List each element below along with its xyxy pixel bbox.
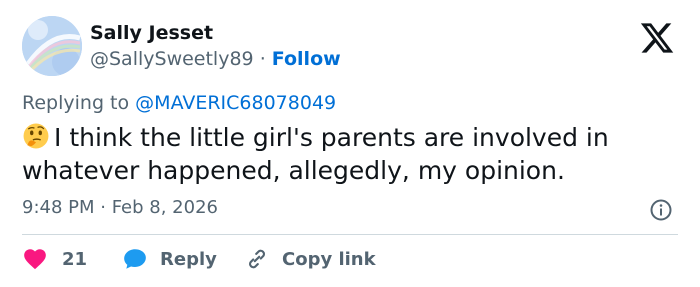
divider [22,234,678,235]
thinking-face-icon [22,122,50,150]
copy-link-button[interactable]: Copy link [244,246,376,272]
author-handle-line: @SallySweetly89 · Follow [90,48,341,70]
handle-separator: · [259,48,266,70]
link-icon [249,249,265,269]
copy-link-label: Copy link [282,248,376,270]
avatar[interactable] [22,16,82,76]
info-icon[interactable] [649,198,673,222]
reply-label: Reply [160,248,217,270]
author-handle[interactable]: @SallySweetly89 [90,48,254,70]
reply-button[interactable]: Reply [122,246,217,272]
heart-icon [24,249,46,270]
like-count: 21 [62,248,88,270]
author-name[interactable]: Sally Jesset [90,22,213,44]
replying-prefix: Replying to [22,92,130,114]
tweet-text: I think the little girl's parents are in… [22,121,682,187]
avatar-image [22,16,82,76]
reply-mention-link[interactable]: @MAVERIC68078049 [135,92,336,114]
follow-button[interactable]: Follow [272,48,341,70]
replying-to: Replying to @MAVERIC68078049 [22,92,336,114]
like-button[interactable]: 21 [22,246,87,272]
x-logo-icon[interactable] [639,20,675,56]
tweet-timestamp[interactable]: 9:48 PM · Feb 8, 2026 [22,197,218,218]
reply-bubble-icon [124,249,146,269]
tweet-body: I think the little girl's parents are in… [22,123,609,185]
